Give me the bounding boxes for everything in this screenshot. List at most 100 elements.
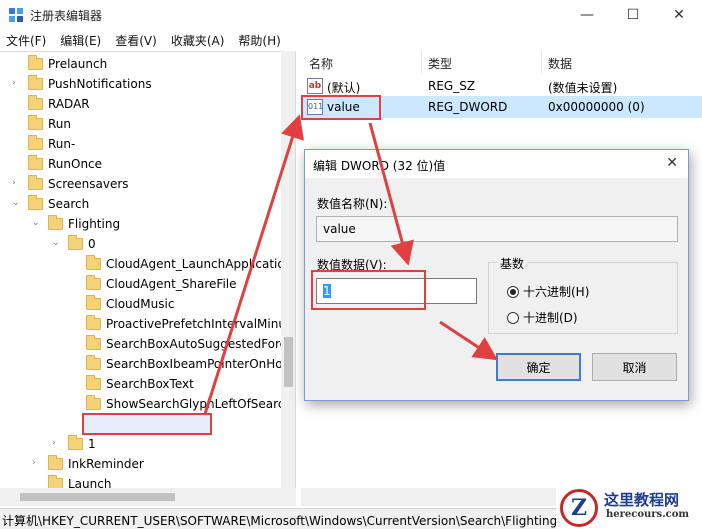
column-data[interactable]: 数据 [548,55,572,72]
tree-node-label: Search [48,197,90,211]
tree-node-label: Run- [48,137,76,151]
chevron-right-icon[interactable]: › [12,178,16,188]
folder-icon [28,55,43,70]
row-type: REG_DWORD [428,100,508,114]
tree-node[interactable]: ⌄ Search [12,194,90,214]
tree-node[interactable]: ProactivePrefetchIntervalMinu [86,314,286,334]
menu-help[interactable]: 帮助(H) [238,32,280,49]
watermark-name: 这里教程网 [604,491,680,509]
column-divider[interactable] [421,51,422,73]
chevron-right-icon[interactable]: › [52,438,56,448]
tree-node[interactable]: CloudAgent_LaunchApplication [86,254,292,274]
tree-node[interactable]: › 1 [52,434,96,454]
title-bar: 注册表编辑器 — ☐ ✕ [0,0,702,29]
tree-node-label: CloudAgent_ShareFile [106,277,237,291]
folder-icon [28,75,43,90]
tree-node-label: Screensavers [48,177,129,191]
hex-radio[interactable]: 十六进制(H) [507,283,589,300]
row-data: 0x00000000 (0) [548,100,645,114]
tree-node[interactable]: Run- [28,134,75,154]
tree-node[interactable]: › InkReminder [32,454,144,474]
chevron-right-icon[interactable]: › [12,78,16,88]
value-name-field: value [316,216,678,242]
folder-icon [28,135,43,150]
folder-icon [86,275,101,290]
menu-file[interactable]: 文件(F) [6,32,46,49]
tree-node[interactable]: CloudMusic [86,294,174,314]
folder-icon [28,175,43,190]
menu-edit[interactable]: 编辑(E) [60,32,101,49]
chevron-down-icon[interactable]: ⌄ [12,198,20,208]
tree-node[interactable]: Prelaunch [28,54,107,74]
close-button[interactable]: ✕ [656,0,702,29]
folder-icon [48,215,63,230]
list-row-default[interactable]: ab (默认) REG_SZ (数值未设置) [301,75,702,97]
column-type[interactable]: 类型 [428,55,452,72]
menu-favorites[interactable]: 收藏夹(A) [171,32,225,49]
base-groupbox: 基数 十六进制(H) 十进制(D) [488,255,678,334]
tree-node-label: PushNotifications [48,77,152,91]
hex-label: 十六进制(H) [523,285,590,299]
folder-icon [86,255,101,270]
tree-node-label: 0 [88,237,96,251]
folder-icon [68,235,83,250]
tree-node[interactable]: SearchBoxIbeamPointerOnHo [86,354,283,374]
tree-node[interactable]: CloudAgent_ShareFile [86,274,237,294]
maximize-button[interactable]: ☐ [610,0,656,29]
tree-node-label: SearchBoxAutoSuggestedFore [106,337,288,351]
tree-node-label: CloudMusic [106,297,175,311]
registry-tree[interactable]: Prelaunch › PushNotifications RADAR Run Run- R… [0,51,296,506]
row-name: (默认) [327,81,361,95]
tree-node[interactable]: › Screensavers [12,174,129,194]
value-name-label: 数值名称(N): [317,197,388,211]
folder-icon [86,335,101,350]
dec-label: 十进制(D) [523,311,578,325]
tree-node[interactable]: ⌄ 0 [52,234,96,254]
chevron-right-icon[interactable]: › [32,458,36,468]
tree-node-label: Prelaunch [48,57,108,71]
radio-unchecked-icon [507,311,519,324]
annotation-box-value [301,95,381,120]
column-divider[interactable] [541,51,542,73]
tree-node-label: RADAR [48,97,90,111]
chevron-down-icon[interactable]: ⌄ [32,218,40,228]
tree-node-label: SearchBoxIbeamPointerOnHo [106,357,283,371]
minimize-icon: — [580,6,594,23]
tree-node[interactable]: › PushNotifications [12,74,152,94]
minimize-button[interactable]: — [564,0,610,29]
tree-node[interactable]: RunOnce [28,154,102,174]
tree-node[interactable]: ⌄ Flighting [32,214,120,234]
tree-node-label: Run [48,117,72,131]
column-name[interactable]: 名称 [309,55,333,72]
cancel-button[interactable]: 取消 [592,353,677,381]
watermark-url: herecours.com [606,509,690,520]
dialog-close-icon[interactable]: ✕ [666,155,678,171]
window-title: 注册表编辑器 [30,9,103,23]
registry-editor-icon [9,8,23,22]
tree-vertical-scrollbar[interactable] [281,51,295,506]
tree-node-label: 1 [88,437,96,451]
tree-node[interactable]: RADAR [28,94,90,114]
tree-node[interactable]: Run [28,114,71,134]
watermark-logo: Z [560,489,598,527]
tree-hscroll-thumb[interactable] [20,493,175,501]
tree-horizontal-scrollbar[interactable] [0,488,296,506]
folder-icon [28,115,43,130]
menu-view[interactable]: 查看(V) [115,32,157,49]
edit-dword-dialog: 编辑 DWORD (32 位)值 ✕ 数值名称(N): value 数值数据(V… [304,149,689,401]
chevron-down-icon[interactable]: ⌄ [52,238,60,248]
annotation-box-selected-key [82,413,212,435]
tree-node[interactable]: SearchBoxAutoSuggestedFore [86,334,287,354]
menu-bar: 文件(F) 编辑(E) 查看(V) 收藏夹(A) 帮助(H) [0,29,702,51]
folder-icon [86,395,101,410]
tree-node[interactable]: SearchBoxOnTop [82,413,212,435]
list-header: 名称 类型 数据 [301,51,702,73]
folder-icon [86,355,101,370]
dec-radio[interactable]: 十进制(D) [507,309,578,326]
tree-node[interactable]: SearchBoxText [86,374,194,394]
ok-button[interactable]: 确定 [496,353,581,381]
tree-node[interactable]: ShowSearchGlyphLeftOfSearch [86,394,292,414]
tree-scroll-thumb[interactable] [284,337,293,387]
row-data: (数值未设置) [548,81,618,95]
folder-icon [68,435,83,450]
